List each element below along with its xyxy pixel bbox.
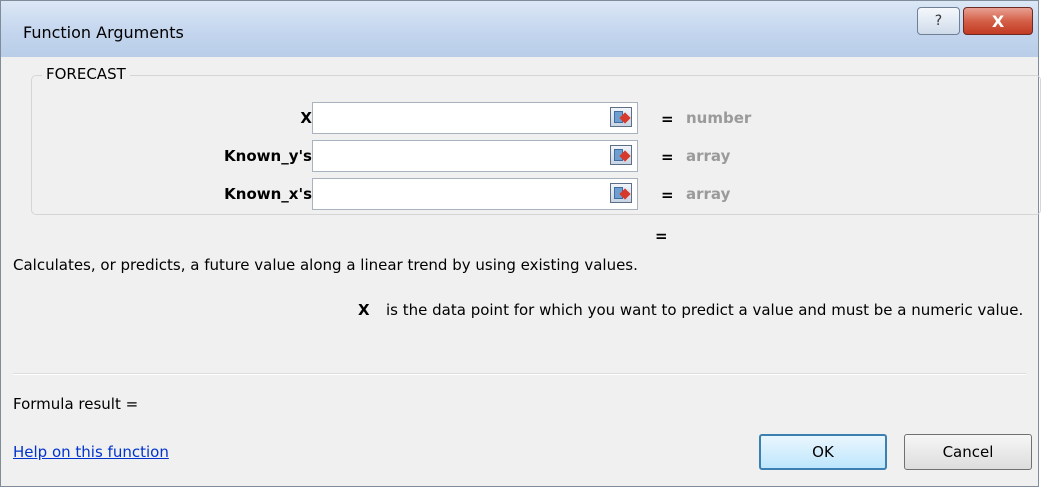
collapse-dialog-button-x[interactable] (610, 107, 632, 127)
help-on-this-function-link[interactable]: Help on this function (13, 443, 169, 461)
cancel-button[interactable]: Cancel (904, 434, 1032, 470)
argument-label: Known_y's (224, 147, 312, 165)
formula-result: Formula result = (13, 395, 139, 413)
function-description: Calculates, or predicts, a future value … (13, 256, 638, 274)
argument-known-xs-input[interactable] (312, 178, 638, 210)
equals-sign: = (661, 110, 674, 128)
close-button[interactable]: X (963, 7, 1033, 35)
ok-button[interactable]: OK (759, 434, 887, 470)
argument-row-x: X = number (32, 102, 1041, 134)
argument-type-hint: array (686, 185, 731, 203)
argument-x-input[interactable] (312, 102, 638, 134)
window-title: Function Arguments (23, 23, 184, 42)
function-name-label: FORECAST (42, 65, 130, 83)
equals-sign: = (661, 148, 674, 166)
help-button[interactable]: ? (917, 7, 960, 35)
argument-type-hint: array (686, 147, 731, 165)
argument-row-known-xs: Known_x's = array (32, 178, 1041, 210)
argument-help-text: is the data point for which you want to … (386, 301, 1024, 319)
argument-row-known-ys: Known_y's = array (32, 140, 1041, 172)
collapse-dialog-button-known-xs[interactable] (610, 183, 632, 203)
argument-type-hint: number (686, 109, 752, 127)
argument-label: X (300, 109, 312, 127)
function-arguments-group: FORECAST X = number Known_y's = array Kn… (31, 65, 1041, 215)
question-mark-icon: ? (934, 13, 943, 29)
function-arguments-dialog: Function Arguments ? X FORECAST X = numb… (0, 0, 1041, 487)
title-bar[interactable]: Function Arguments ? X (1, 1, 1038, 57)
argument-known-ys-input[interactable] (312, 140, 638, 172)
function-result-equals: = (655, 227, 668, 245)
dialog-content: FORECAST X = number Known_y's = array Kn… (13, 57, 1041, 474)
argument-help-name: X (358, 301, 370, 319)
argument-label: Known_x's (224, 185, 312, 203)
equals-sign: = (661, 186, 674, 204)
collapse-dialog-button-known-ys[interactable] (610, 145, 632, 165)
close-icon: X (991, 11, 1005, 31)
divider (13, 373, 1026, 375)
